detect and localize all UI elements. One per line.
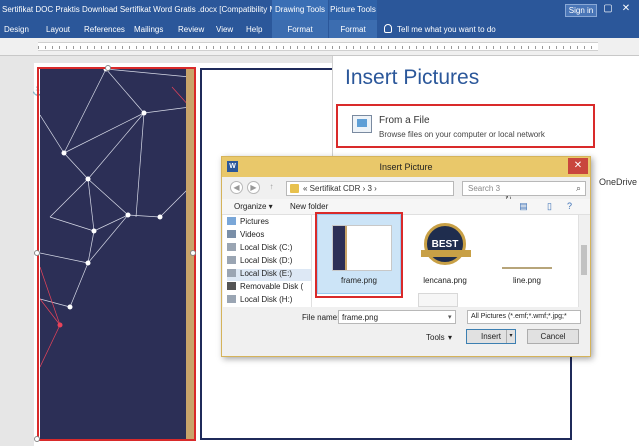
horizontal-ruler[interactable] [0,38,639,56]
tab-view[interactable]: View [216,25,233,34]
computer-file-icon [352,115,372,133]
badge-text: BEST [431,239,459,250]
tree-item-disk-c[interactable]: Local Disk (C:) [227,243,311,255]
drive-icon [227,243,236,251]
tree-label: Videos [240,230,265,239]
resize-handle-bottom-left[interactable] [34,436,40,442]
new-folder-button[interactable]: New folder [290,202,328,211]
dialog-toolbar: Organize ▾ New folder ▤ ▯ ? [222,199,590,215]
file-name-label: line.png [512,276,542,285]
address-path: « Sertifikat CDR › 3 › [303,184,377,193]
resize-handle-left[interactable] [34,250,40,256]
tree-item-pictures[interactable]: Pictures [227,217,311,229]
tab-help[interactable]: Help [246,25,262,34]
videos-icon [227,230,236,238]
picture-tools-context: Picture Tools [329,0,377,20]
badge-ribbon [421,250,471,257]
cancel-button[interactable]: Cancel [527,329,579,344]
onedrive-option[interactable]: OneDrive [599,177,637,187]
tell-me-text: Tell me what you want to do [397,25,496,34]
next-row-thumbnail [418,293,458,307]
tree-item-disk-e[interactable]: Local Disk (E:) [227,269,311,281]
tree-item-disk-d[interactable]: Local Disk (D:) [227,256,311,268]
tree-item-disk-h[interactable]: Local Disk (H:) [227,295,311,307]
pictures-icon [227,217,236,225]
tools-dropdown-icon[interactable]: ▾ [448,333,452,342]
insert-pictures-title: Insert Pictures [345,66,480,89]
restore-icon[interactable]: ▢ [602,3,614,15]
navigation-tree: Pictures Videos Local Disk (C:) Local Di… [223,215,312,307]
search-placeholder: Search 3 [468,184,501,193]
insert-pictures-pane: Insert Pictures From a File Browse files… [332,56,639,157]
tree-label: Local Disk (D:) [240,256,293,265]
frame-selection-highlight [37,67,196,441]
sign-in-button[interactable]: Sign in [565,4,597,17]
close-window-icon[interactable]: ✕ [620,3,632,15]
file-name-label: lencana.png [423,276,467,285]
tab-format-drawing[interactable]: Format [272,20,328,38]
preview-pane-icon[interactable]: ▯ [544,201,555,212]
search-icon: ⌕ [575,183,581,193]
tree-label: Local Disk (C:) [240,243,293,252]
organize-menu[interactable]: Organize ▾ [234,202,273,211]
insert-picture-dialog: Insert Picture W ✕ ◀ ▶ ↑ « Sertifikat CD… [221,156,591,357]
file-lencana[interactable]: BEST lencana.png [408,219,482,287]
tree-label: Pictures [240,217,269,226]
file-name-dropdown-icon[interactable]: ▾ [448,313,452,321]
scrollbar-thumb[interactable] [581,245,587,275]
drive-icon [227,295,236,303]
help-icon[interactable]: ? [564,201,575,212]
drive-icon [227,256,236,264]
navigation-row: ◀ ▶ ↑ « Sertifikat CDR › 3 › ▾ ↻ Search … [222,179,590,203]
insert-label: Insert [480,332,501,341]
up-arrow-icon[interactable]: ↑ [265,181,278,194]
tab-review[interactable]: Review [178,25,204,34]
tab-format-picture[interactable]: Format [329,20,377,38]
lightbulb-icon [384,24,392,33]
dialog-title-bar: Insert Picture W ✕ [222,157,590,177]
tab-layout[interactable]: Layout [46,25,70,34]
tree-label: Local Disk (H:) [240,295,293,304]
tab-references[interactable]: References [84,25,125,34]
tab-design[interactable]: Design [4,25,29,34]
ruler-scale [38,42,598,51]
from-a-file-option[interactable]: From a File Browse files on your compute… [336,104,595,148]
insert-button[interactable]: Insert ▾ [466,329,516,344]
dialog-close-button[interactable]: ✕ [568,158,588,174]
file-list-scrollbar[interactable] [578,215,589,307]
from-file-description: Browse files on your computer or local n… [379,130,545,139]
tell-me-box[interactable]: Tell me what you want to do [384,24,496,34]
badge-thumbnail: BEST [421,223,471,265]
file-highlight-box [315,212,403,298]
drive-icon [227,269,236,277]
document-title: Sertifikat DOC Praktis Download Sertifik… [2,5,272,14]
tree-label: Local Disk (E:) [240,269,293,278]
resize-handle-top[interactable] [105,65,111,71]
search-input[interactable]: Search 3 ⌕ [462,181,586,196]
ribbon-tabs: Design Layout References Mailings Review… [0,20,639,38]
tree-label: Removable Disk ( [240,282,304,291]
folder-icon [290,184,299,193]
back-arrow-icon[interactable]: ◀ [230,181,243,194]
usb-drive-icon [227,282,236,290]
line-thumbnail [502,267,552,269]
resize-handle-right[interactable] [190,250,196,256]
title-bar: Sertifikat DOC Praktis Download Sertifik… [0,0,639,20]
tree-item-removable[interactable]: Removable Disk ( [227,282,311,294]
word-app-icon: W [227,161,238,172]
file-type-select[interactable]: All Pictures (*.emf;*.wmf;*.jpg;* [467,310,581,324]
drawing-tools-context: Drawing Tools [272,0,328,20]
forward-arrow-icon[interactable]: ▶ [247,181,260,194]
file-name-label-text: File name: [302,313,340,322]
file-name-input[interactable]: frame.png [338,310,456,324]
tab-mailings[interactable]: Mailings [134,25,163,34]
dialog-title: Insert Picture [379,162,433,172]
insert-dropdown-icon[interactable]: ▾ [506,330,515,343]
from-file-title: From a File [379,115,430,126]
file-line[interactable]: line.png [490,219,564,287]
tools-menu[interactable]: Tools [426,333,445,342]
tree-item-videos[interactable]: Videos [227,230,311,242]
address-bar[interactable]: « Sertifikat CDR › 3 › ▾ ↻ [286,181,512,203]
view-options-icon[interactable]: ▤ [518,201,529,212]
